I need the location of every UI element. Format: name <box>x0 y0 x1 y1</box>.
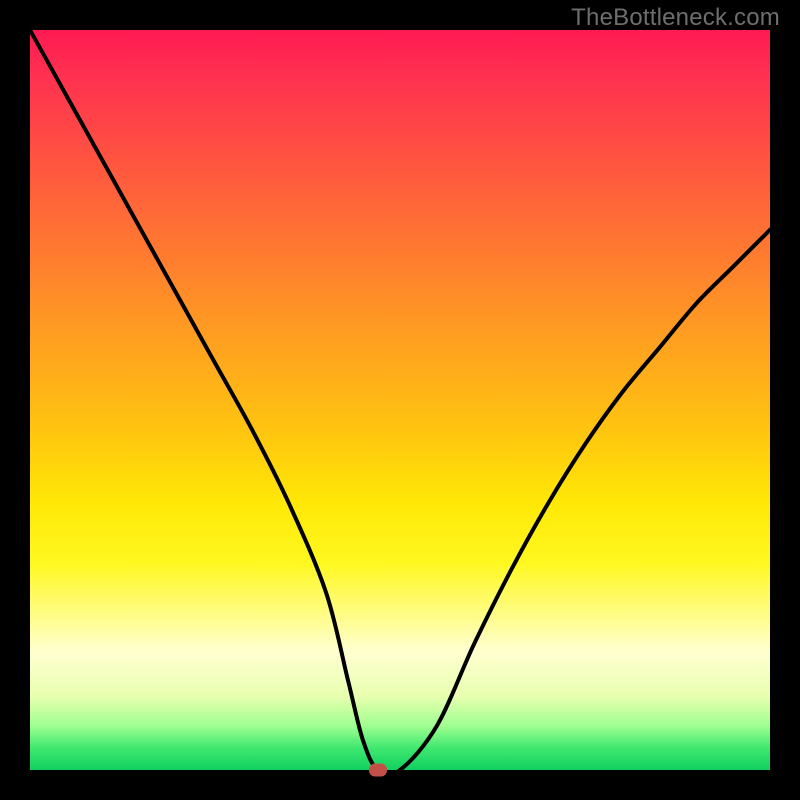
curve-svg <box>30 30 770 770</box>
chart-frame: TheBottleneck.com <box>0 0 800 800</box>
curve-path <box>30 30 770 770</box>
target-marker <box>369 764 387 777</box>
watermark-text: TheBottleneck.com <box>571 4 780 32</box>
plot-area <box>30 30 770 770</box>
